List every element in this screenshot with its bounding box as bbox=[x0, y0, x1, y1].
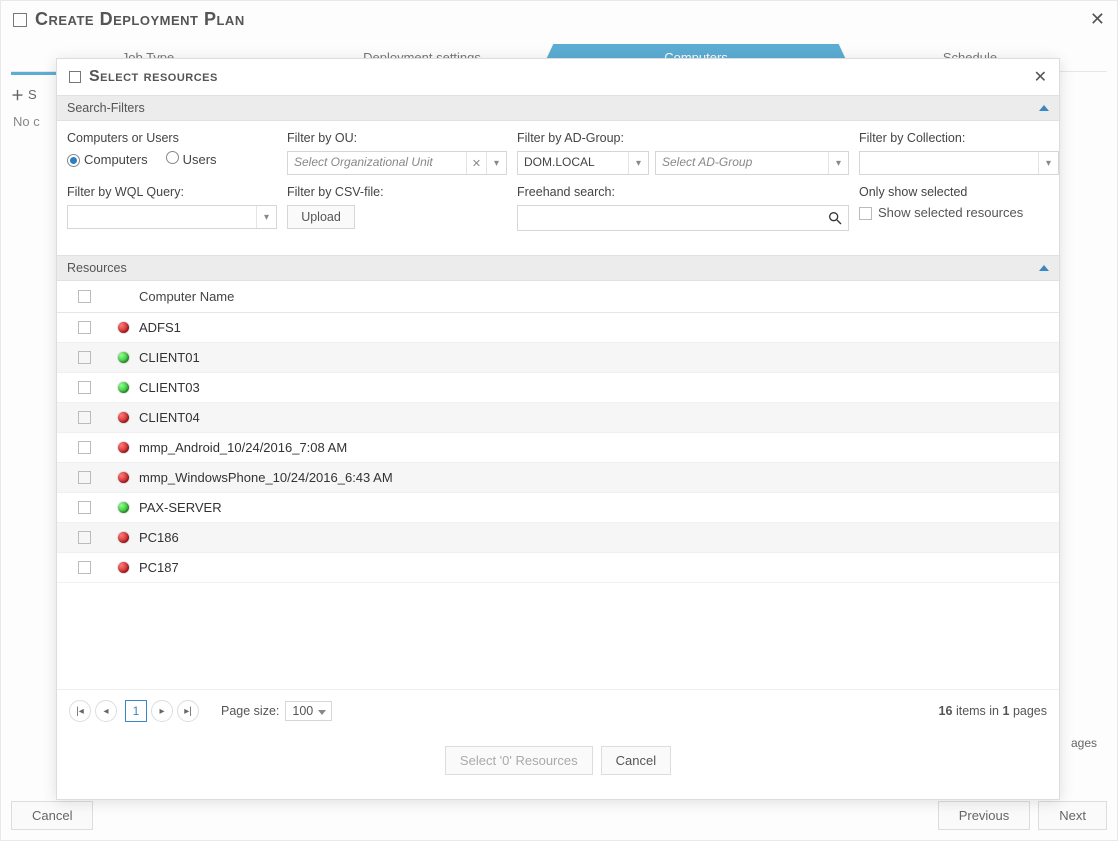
close-icon[interactable]: ✕ bbox=[1034, 67, 1047, 87]
pager-current-page[interactable]: 1 bbox=[125, 700, 147, 722]
status-icon bbox=[118, 472, 129, 483]
status-icon bbox=[118, 562, 129, 573]
adgroup-combo[interactable]: Select AD-Group ▾ bbox=[655, 151, 849, 175]
upload-button[interactable]: Upload bbox=[287, 205, 355, 229]
pager-last-icon[interactable]: ▸| bbox=[177, 700, 199, 722]
table-row[interactable]: PAX-SERVER bbox=[57, 493, 1059, 523]
status-icon bbox=[118, 412, 129, 423]
previous-button[interactable]: Previous bbox=[938, 801, 1031, 830]
status-icon bbox=[118, 502, 129, 513]
search-icon[interactable] bbox=[822, 206, 848, 230]
computer-name-cell: mmp_Android_10/24/2016_7:08 AM bbox=[139, 440, 347, 455]
status-icon bbox=[118, 382, 129, 393]
computer-name-cell: CLIENT03 bbox=[139, 380, 200, 395]
filter-collection-label: Filter by Collection: bbox=[859, 131, 1059, 145]
row-checkbox[interactable] bbox=[78, 561, 91, 574]
computer-name-cell: CLIENT04 bbox=[139, 410, 200, 425]
row-checkbox[interactable] bbox=[78, 351, 91, 364]
cancel-button[interactable]: Cancel bbox=[601, 746, 671, 775]
radio-users[interactable]: Users bbox=[166, 151, 217, 167]
select-resources-button[interactable]: Select '0' Resources bbox=[445, 746, 593, 775]
status-icon bbox=[118, 322, 129, 333]
table-row[interactable]: mmp_WindowsPhone_10/24/2016_6:43 AM bbox=[57, 463, 1059, 493]
computer-name-cell: PC186 bbox=[139, 530, 179, 545]
row-checkbox[interactable] bbox=[78, 471, 91, 484]
computer-name-cell: PAX-SERVER bbox=[139, 500, 222, 515]
pager-first-icon[interactable]: |◂ bbox=[69, 700, 91, 722]
adgroup-domain-combo[interactable]: DOM.LOCAL ▾ bbox=[517, 151, 649, 175]
progress-indicator bbox=[11, 72, 61, 75]
computer-name-cell: mmp_WindowsPhone_10/24/2016_6:43 AM bbox=[139, 470, 393, 485]
chevron-up-icon bbox=[1039, 105, 1049, 111]
computer-name-cell: PC187 bbox=[139, 560, 179, 575]
table-row[interactable]: CLIENT04 bbox=[57, 403, 1059, 433]
row-checkbox[interactable] bbox=[78, 411, 91, 424]
resources-section-header[interactable]: Resources bbox=[57, 255, 1059, 281]
filter-wql-label: Filter by WQL Query: bbox=[67, 185, 277, 199]
filter-ou-combo[interactable]: Select Organizational Unit ✕ ▾ bbox=[287, 151, 507, 175]
chevron-down-icon[interactable]: ▾ bbox=[628, 152, 648, 174]
pager-next-icon[interactable]: ▸ bbox=[151, 700, 173, 722]
filter-collection-combo[interactable]: ▾ bbox=[859, 151, 1059, 175]
status-icon bbox=[118, 352, 129, 363]
table-row[interactable]: CLIENT01 bbox=[57, 343, 1059, 373]
radio-computers[interactable]: Computers bbox=[67, 152, 148, 167]
pager-prev-icon[interactable]: ◂ bbox=[95, 700, 117, 722]
bg-pager-text: ages bbox=[1071, 736, 1097, 750]
status-icon bbox=[118, 442, 129, 453]
modal-title: Select resources bbox=[89, 68, 218, 86]
column-header-computer-name[interactable]: Computer Name bbox=[139, 289, 234, 304]
page-size-label: Page size: bbox=[221, 704, 279, 718]
cancel-button[interactable]: Cancel bbox=[11, 801, 93, 830]
chevron-down-icon[interactable]: ▾ bbox=[1038, 152, 1058, 174]
row-checkbox[interactable] bbox=[78, 531, 91, 544]
table-row[interactable]: PC187 bbox=[57, 553, 1059, 583]
freehand-search-label: Freehand search: bbox=[517, 185, 849, 199]
show-selected-checkbox[interactable]: Show selected resources bbox=[859, 205, 1023, 220]
chevron-down-icon[interactable]: ▾ bbox=[486, 152, 506, 174]
window-icon bbox=[69, 71, 81, 83]
filter-wql-combo[interactable]: ▾ bbox=[67, 205, 277, 229]
table-row[interactable]: ADFS1 bbox=[57, 313, 1059, 343]
status-icon bbox=[118, 532, 129, 543]
table-row[interactable]: PC186 bbox=[57, 523, 1059, 553]
computer-name-cell: ADFS1 bbox=[139, 320, 181, 335]
page-size-select[interactable]: 100 bbox=[285, 701, 332, 721]
freehand-search-input[interactable] bbox=[517, 205, 849, 231]
clear-icon[interactable]: ✕ bbox=[466, 152, 486, 174]
filter-csv-label: Filter by CSV-file: bbox=[287, 185, 507, 199]
computer-name-cell: CLIENT01 bbox=[139, 350, 200, 365]
plus-icon: ＋ bbox=[11, 85, 24, 104]
computers-or-users-label: Computers or Users bbox=[67, 131, 277, 145]
select-all-checkbox[interactable] bbox=[78, 290, 91, 303]
page-title: Create Deployment Plan bbox=[35, 9, 245, 30]
chevron-down-icon[interactable]: ▾ bbox=[828, 152, 848, 174]
select-resources-modal: Select resources ✕ Search-Filters Comput… bbox=[56, 58, 1060, 800]
search-input[interactable] bbox=[518, 206, 822, 230]
next-button[interactable]: Next bbox=[1038, 801, 1107, 830]
filter-adgroup-label: Filter by AD-Group: bbox=[517, 131, 849, 145]
only-show-selected-label: Only show selected bbox=[859, 185, 1059, 199]
table-row[interactable]: CLIENT03 bbox=[57, 373, 1059, 403]
pager-summary: 16 items in 1 pages bbox=[939, 704, 1047, 718]
row-checkbox[interactable] bbox=[78, 321, 91, 334]
row-checkbox[interactable] bbox=[78, 441, 91, 454]
chevron-up-icon bbox=[1039, 265, 1049, 271]
close-icon[interactable]: ✕ bbox=[1090, 9, 1105, 30]
filter-ou-label: Filter by OU: bbox=[287, 131, 507, 145]
table-row[interactable]: mmp_Android_10/24/2016_7:08 AM bbox=[57, 433, 1059, 463]
chevron-down-icon[interactable]: ▾ bbox=[256, 206, 276, 228]
row-checkbox[interactable] bbox=[78, 501, 91, 514]
search-filters-section-header[interactable]: Search-Filters bbox=[57, 95, 1059, 121]
row-checkbox[interactable] bbox=[78, 381, 91, 394]
window-icon bbox=[13, 13, 27, 27]
